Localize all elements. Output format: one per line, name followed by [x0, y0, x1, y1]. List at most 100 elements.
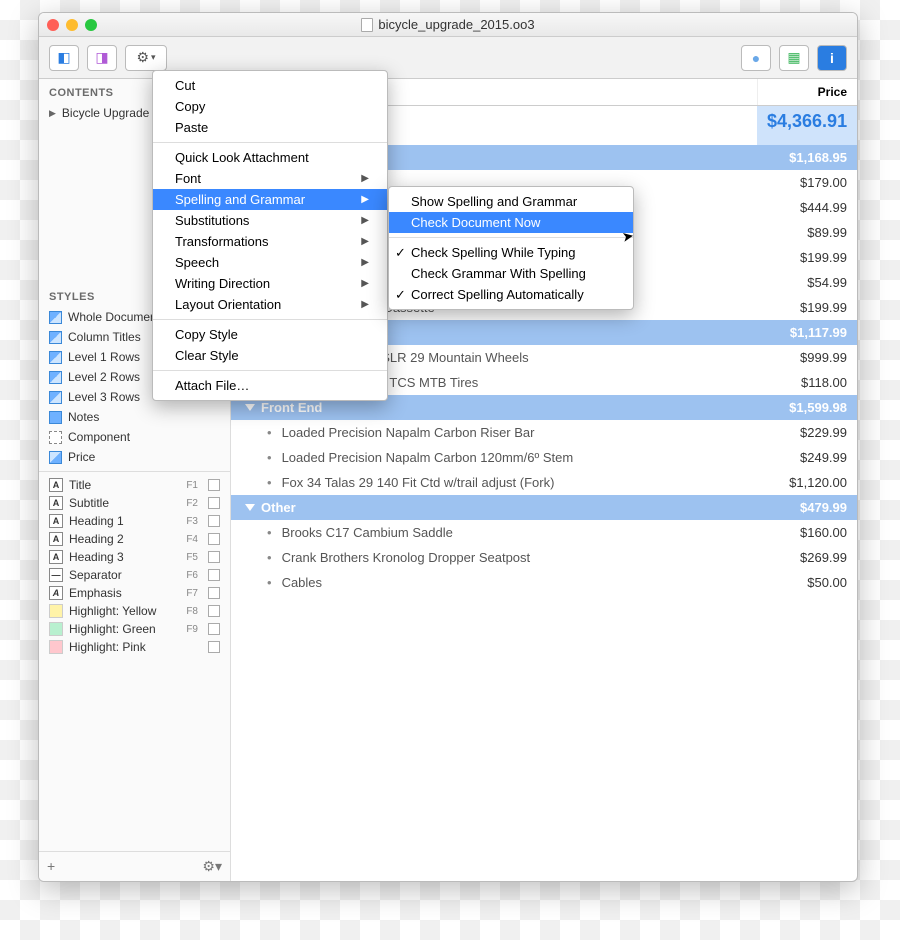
close-button[interactable]: [47, 19, 59, 31]
style-swatch-icon: [49, 331, 62, 344]
disclosure-icon: ▶: [49, 108, 56, 119]
menu-item[interactable]: Transformations▶: [153, 231, 387, 252]
style-swatch-icon: [49, 451, 62, 464]
style-checkbox[interactable]: [208, 515, 220, 527]
highlight-swatch-icon: [49, 622, 63, 636]
style-swatch-icon: [49, 311, 62, 324]
text-style-item[interactable]: AHeading 3F5: [39, 548, 230, 566]
text-style-icon: A: [49, 532, 63, 546]
style-swatch-icon: [49, 371, 62, 384]
submenu-item[interactable]: Show Spelling and Grammar: [389, 191, 633, 212]
sidebar-toggle-button[interactable]: ◧: [49, 45, 79, 71]
text-style-item[interactable]: Highlight: GreenF9: [39, 620, 230, 638]
text-style-item[interactable]: ASubtitleF2: [39, 494, 230, 512]
cursor-icon: ➤: [621, 227, 636, 246]
bullet-icon: •: [267, 425, 272, 440]
text-style-item[interactable]: AHeading 1F3: [39, 512, 230, 530]
action-menu-button[interactable]: ⚙︎ ▾: [125, 45, 167, 71]
style-checkbox[interactable]: [208, 605, 220, 617]
submenu-arrow-icon: ▶: [361, 257, 369, 268]
style-item[interactable]: Notes: [39, 407, 230, 427]
check-icon: ✓: [395, 245, 406, 261]
highlight-swatch-icon: [49, 640, 63, 654]
text-style-icon: A: [49, 550, 63, 564]
inspector-button[interactable]: ◨: [87, 45, 117, 71]
submenu-arrow-icon: ▶: [361, 299, 369, 310]
text-style-item[interactable]: Highlight: YellowF8: [39, 602, 230, 620]
minimize-button[interactable]: [66, 19, 78, 31]
style-item[interactable]: Component: [39, 427, 230, 447]
menu-item[interactable]: Speech▶: [153, 252, 387, 273]
menu-item[interactable]: Writing Direction▶: [153, 273, 387, 294]
text-style-item[interactable]: —SeparatorF6: [39, 566, 230, 584]
separator-icon: —: [49, 568, 63, 582]
dictation-button[interactable]: ●: [741, 45, 771, 71]
text-style-icon: A: [49, 514, 63, 528]
add-style-button[interactable]: +: [47, 858, 55, 875]
add-button[interactable]: ▦: [779, 45, 809, 71]
menu-item[interactable]: Spelling and Grammar▶: [153, 189, 387, 210]
window-title: bicycle_upgrade_2015.oo3: [378, 17, 534, 32]
style-checkbox[interactable]: [208, 479, 220, 491]
style-checkbox[interactable]: [208, 551, 220, 563]
bullet-icon: •: [267, 575, 272, 590]
style-checkbox[interactable]: [208, 533, 220, 545]
document-icon: [361, 18, 373, 32]
submenu-arrow-icon: ▶: [361, 236, 369, 247]
submenu-item[interactable]: ✓Correct Spelling Automatically: [389, 284, 633, 305]
item-row[interactable]: •Loaded Precision Napalm Carbon 120mm/6º…: [231, 445, 857, 470]
style-checkbox[interactable]: [208, 587, 220, 599]
item-row[interactable]: •Fox 34 Talas 29 140 Fit Ctd w/trail adj…: [231, 470, 857, 495]
highlight-swatch-icon: [49, 604, 63, 618]
menu-item[interactable]: Copy Style: [153, 324, 387, 345]
style-checkbox[interactable]: [208, 623, 220, 635]
style-swatch-icon: [49, 431, 62, 444]
submenu-arrow-icon: ▶: [361, 215, 369, 226]
check-icon: ✓: [395, 287, 406, 303]
text-style-item[interactable]: AEmphasisF7: [39, 584, 230, 602]
context-menu: CutCopyPaste Quick Look AttachmentFont▶S…: [152, 70, 388, 401]
submenu-item[interactable]: ✓Check Spelling While Typing: [389, 242, 633, 263]
text-style-item[interactable]: ATitleF1: [39, 476, 230, 494]
text-style-item[interactable]: Highlight: Pink: [39, 638, 230, 656]
style-checkbox[interactable]: [208, 569, 220, 581]
menu-item[interactable]: Layout Orientation▶: [153, 294, 387, 315]
text-style-item[interactable]: AHeading 2F4: [39, 530, 230, 548]
menu-item[interactable]: Clear Style: [153, 345, 387, 366]
disclosure-triangle-icon[interactable]: [245, 504, 255, 511]
item-row[interactable]: •Loaded Precision Napalm Carbon Riser Ba…: [231, 420, 857, 445]
text-style-icon: A: [49, 496, 63, 510]
style-checkbox[interactable]: [208, 497, 220, 509]
menu-item[interactable]: Attach File…: [153, 375, 387, 396]
bullet-icon: •: [267, 475, 272, 490]
submenu-item[interactable]: Check Document Now: [389, 212, 633, 233]
item-row[interactable]: •Crank Brothers Kronolog Dropper Seatpos…: [231, 545, 857, 570]
item-row[interactable]: •Cables$50.00: [231, 570, 857, 595]
submenu-item[interactable]: Check Grammar With Spelling: [389, 263, 633, 284]
zoom-button[interactable]: [85, 19, 97, 31]
style-checkbox[interactable]: [208, 641, 220, 653]
style-swatch-icon: [49, 351, 62, 364]
info-button[interactable]: i: [817, 45, 847, 71]
group-row[interactable]: Other$479.99: [231, 495, 857, 520]
text-style-icon: A: [49, 478, 63, 492]
menu-item[interactable]: Quick Look Attachment: [153, 147, 387, 168]
style-settings-button[interactable]: ⚙︎▾: [202, 858, 222, 875]
column-header-price[interactable]: Price: [757, 79, 857, 105]
menu-item[interactable]: Cut: [153, 75, 387, 96]
menu-item[interactable]: Font▶: [153, 168, 387, 189]
style-swatch-icon: [49, 391, 62, 404]
menu-item[interactable]: Substitutions▶: [153, 210, 387, 231]
document-total: $4,366.91: [757, 106, 857, 145]
style-item[interactable]: Price: [39, 447, 230, 467]
menu-item[interactable]: Copy: [153, 96, 387, 117]
style-swatch-icon: [49, 411, 62, 424]
emphasis-icon: A: [49, 586, 63, 600]
item-row[interactable]: •Brooks C17 Cambium Saddle$160.00: [231, 520, 857, 545]
bullet-icon: •: [267, 450, 272, 465]
menu-item[interactable]: Paste: [153, 117, 387, 138]
bullet-icon: •: [267, 550, 272, 565]
disclosure-triangle-icon[interactable]: [245, 404, 255, 411]
bullet-icon: •: [267, 525, 272, 540]
submenu-arrow-icon: ▶: [361, 173, 369, 184]
